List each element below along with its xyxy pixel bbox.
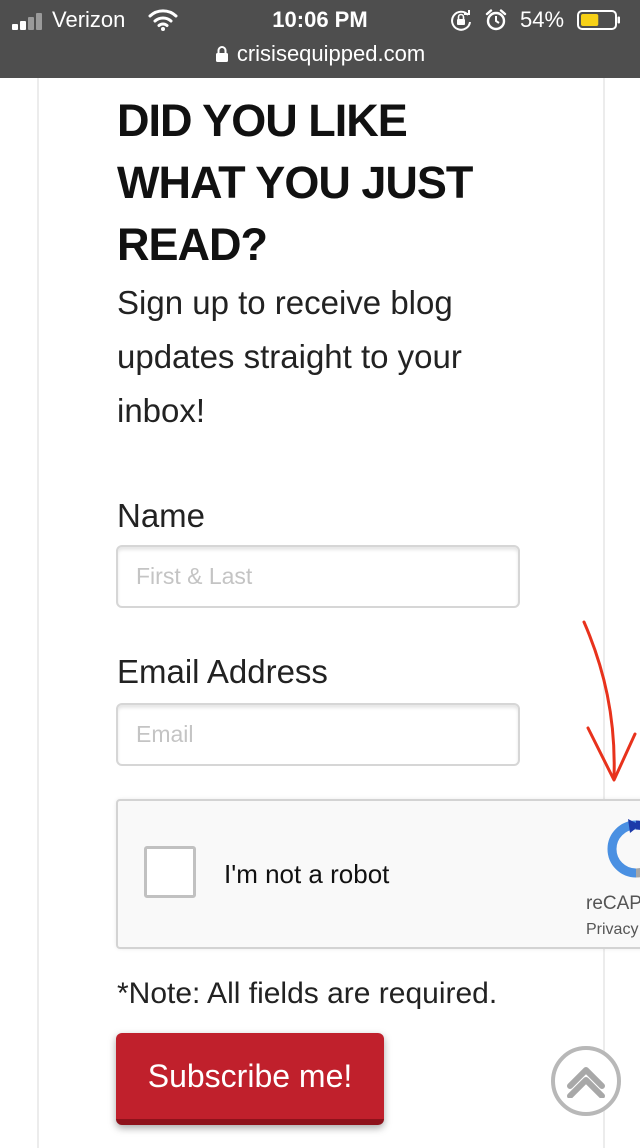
email-input[interactable] xyxy=(116,703,520,766)
name-label: Name xyxy=(117,497,206,534)
status-bar: Verizon 10:06 PM 54% crisisequipped.com xyxy=(0,0,640,78)
status-row: Verizon 10:06 PM 54% xyxy=(0,0,640,40)
email-label: Email Address xyxy=(117,653,328,690)
recaptcha-label: I'm not a robot xyxy=(224,859,390,889)
recaptcha-logo-icon xyxy=(607,819,640,878)
orientation-lock-icon xyxy=(451,10,471,31)
subscribe-button[interactable]: Subscribe me! xyxy=(116,1033,384,1125)
annotation-arrow-icon xyxy=(582,620,637,782)
url-text: crisisequipped.com xyxy=(236,41,426,66)
recaptcha-checkbox[interactable] xyxy=(144,846,196,898)
alarm-icon xyxy=(485,9,507,31)
name-input[interactable] xyxy=(116,545,520,608)
required-note: *Note: All fields are required. xyxy=(117,977,498,1010)
padlock-icon xyxy=(215,46,228,62)
address-bar[interactable]: crisisequipped.com xyxy=(0,40,640,70)
chevron-up-icon xyxy=(567,1067,605,1098)
signup-subtext: Sign up to receive blog updates straight… xyxy=(117,284,462,429)
recaptcha-brand: reCAP xyxy=(586,893,640,914)
recaptcha-widget: I'm not a robot reCAP Privacy xyxy=(116,799,640,949)
scroll-to-top-button[interactable] xyxy=(551,1046,621,1116)
signup-heading: DID YOU LIKE WHAT YOU JUST READ? xyxy=(117,95,473,270)
recaptcha-privacy-link[interactable]: Privacy xyxy=(586,920,638,940)
battery-percentage: 54% xyxy=(520,7,565,32)
battery-icon xyxy=(577,10,620,30)
